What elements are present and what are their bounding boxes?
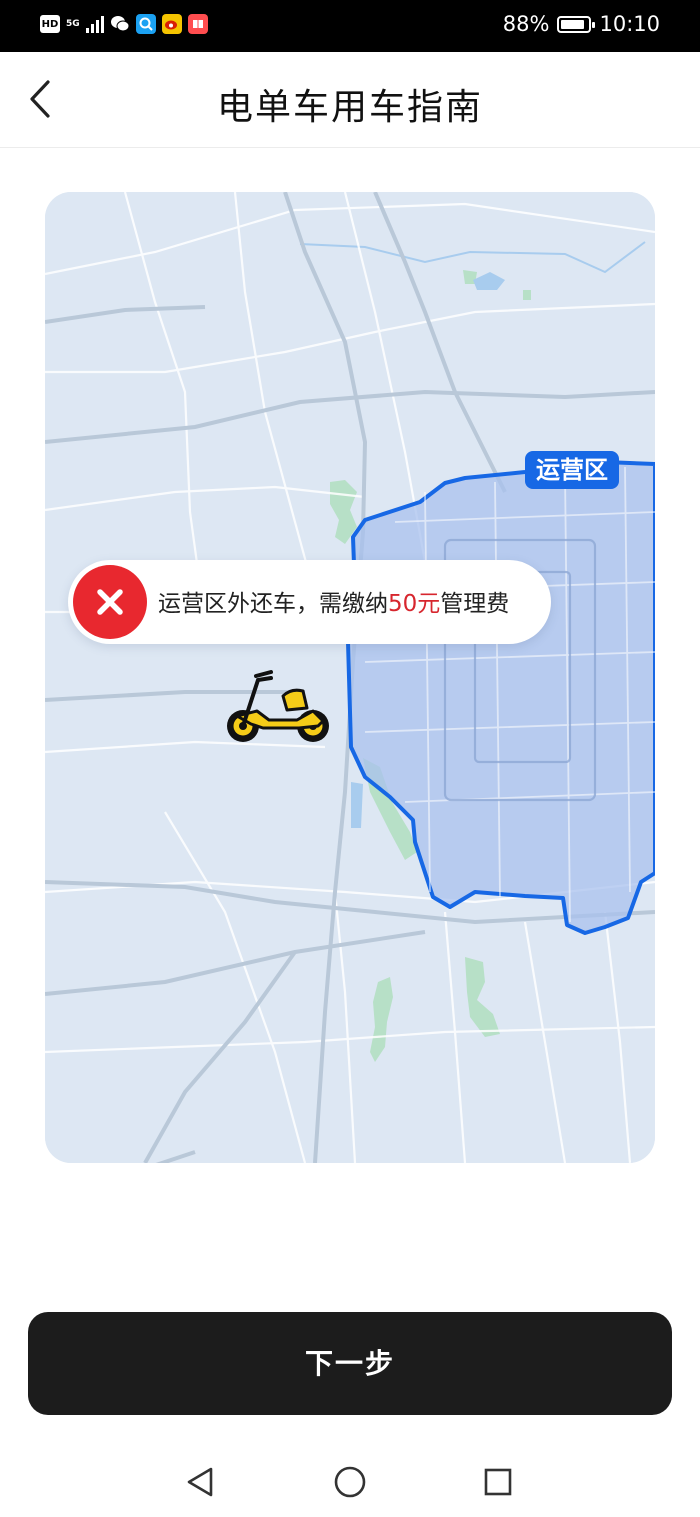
fee-notice: 运营区外还车，需缴纳50元管理费	[68, 560, 551, 644]
system-recents-button[interactable]	[478, 1462, 518, 1502]
system-navigation-bar	[0, 1440, 700, 1517]
weibo-icon	[161, 14, 182, 34]
signal-icon	[85, 15, 104, 33]
map-card: 运营区 运营区外还车，需缴纳50元管理费	[45, 192, 655, 1163]
notice-text-before: 运营区外还车，需缴纳	[158, 591, 388, 617]
close-icon	[73, 565, 147, 639]
fee-amount: 50元	[388, 591, 441, 617]
status-left: HD 5G	[40, 14, 208, 34]
hd-badge: HD	[40, 15, 60, 33]
fee-notice-text: 运营区外还车，需缴纳50元管理费	[158, 584, 509, 618]
operating-zone-label: 运营区	[525, 451, 619, 489]
system-back-button[interactable]	[180, 1462, 220, 1502]
status-bar: HD 5G 88% 10:10	[0, 0, 700, 52]
navigation-bar: 电单车用车指南	[0, 52, 700, 148]
next-step-button[interactable]: 下一步	[28, 1312, 672, 1415]
square-recents-icon	[484, 1468, 512, 1496]
system-home-button[interactable]	[330, 1462, 370, 1502]
wechat-icon	[110, 14, 130, 34]
page-title: 电单车用车指南	[216, 87, 483, 128]
clock: 10:10	[599, 12, 660, 36]
notice-text-after: 管理费	[440, 591, 510, 617]
reader-icon	[187, 14, 208, 34]
battery-percent: 88%	[502, 12, 550, 36]
network-type: 5G	[66, 18, 80, 29]
triangle-back-icon	[187, 1467, 213, 1497]
battery-icon	[557, 15, 596, 33]
qq-browser-icon	[135, 14, 156, 34]
scooter-icon	[227, 670, 329, 742]
status-right: 88% 10:10	[503, 12, 660, 36]
map-illustration	[45, 192, 655, 1163]
circle-home-icon	[334, 1466, 366, 1498]
